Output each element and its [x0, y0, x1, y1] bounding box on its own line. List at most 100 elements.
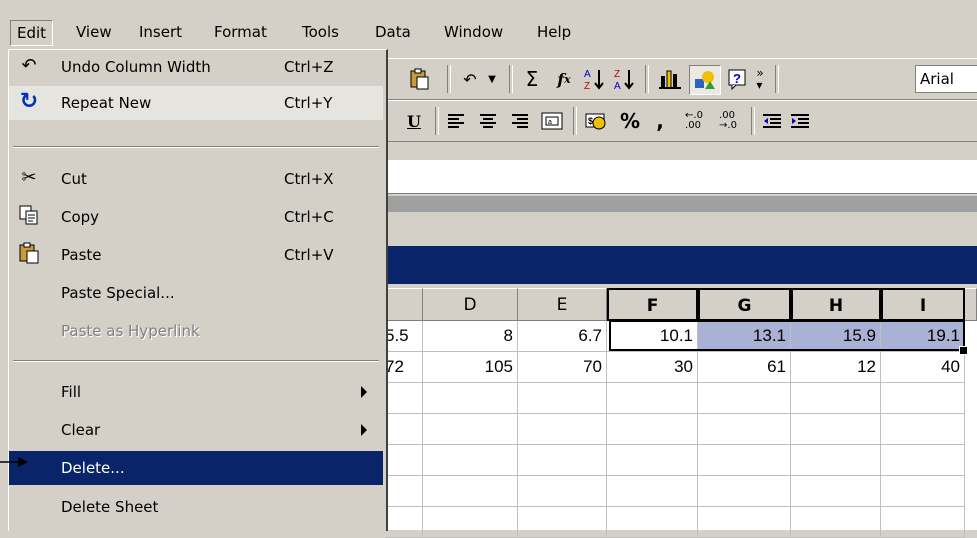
cell-empty[interactable]: [791, 414, 881, 445]
cell-empty[interactable]: [607, 507, 698, 538]
cell-empty[interactable]: [881, 476, 965, 507]
cell-d1[interactable]: 8: [423, 321, 518, 352]
cell-f2[interactable]: 30: [607, 352, 698, 383]
cell-empty[interactable]: [385, 445, 423, 476]
cell-empty[interactable]: [698, 445, 791, 476]
menu-item-delete[interactable]: Delete...: [9, 451, 383, 485]
overflow-icon[interactable]: » ▾: [753, 65, 767, 93]
function-icon[interactable]: fx: [551, 65, 577, 93]
cell-empty[interactable]: [423, 507, 518, 538]
cell-c1[interactable]: 5.5: [385, 321, 423, 352]
decrease-indent-icon[interactable]: [759, 107, 785, 135]
menu-window[interactable]: Window: [438, 20, 509, 44]
formatting-toolbar: U a $ % , ←.0.00 .00 →.0: [385, 100, 977, 142]
column-header-i[interactable]: I: [881, 288, 965, 321]
cell-empty[interactable]: [385, 476, 423, 507]
column-header-j[interactable]: [965, 288, 977, 321]
cell-empty[interactable]: [385, 414, 423, 445]
cell-empty[interactable]: [518, 414, 607, 445]
help-icon[interactable]: ?: [725, 65, 751, 93]
sort-ascending-icon[interactable]: AZ: [581, 65, 607, 93]
cell-e1[interactable]: 6.7: [518, 321, 607, 352]
menu-help[interactable]: Help: [531, 20, 577, 44]
cell-e2[interactable]: 70: [518, 352, 607, 383]
column-header-d[interactable]: D: [423, 288, 518, 321]
paste-icon[interactable]: [405, 65, 433, 93]
cell-empty[interactable]: [881, 383, 965, 414]
cell-empty[interactable]: [607, 414, 698, 445]
menu-item-label: Paste Special...: [61, 284, 175, 302]
fill-handle[interactable]: [959, 346, 968, 355]
cell-c2[interactable]: 72: [385, 352, 423, 383]
cell-empty[interactable]: [518, 445, 607, 476]
cell-empty[interactable]: [791, 507, 881, 538]
menu-view[interactable]: View: [70, 20, 118, 44]
menu-item-clear[interactable]: Clear: [9, 413, 383, 447]
font-name-box[interactable]: Arial: [915, 65, 977, 93]
cell-empty[interactable]: [791, 445, 881, 476]
cell-g2[interactable]: 61: [698, 352, 791, 383]
currency-icon[interactable]: $: [583, 107, 609, 135]
cell-i2[interactable]: 40: [881, 352, 965, 383]
cell-empty[interactable]: [385, 383, 423, 414]
cell-empty[interactable]: [607, 383, 698, 414]
menu-tools[interactable]: Tools: [296, 20, 345, 44]
cell-empty[interactable]: [698, 414, 791, 445]
cell-empty[interactable]: [881, 414, 965, 445]
menu-item-fill[interactable]: Fill: [9, 375, 383, 409]
align-right-icon[interactable]: [507, 107, 533, 135]
undo-icon[interactable]: ↶: [457, 65, 483, 93]
cell-empty[interactable]: [698, 476, 791, 507]
cell-empty[interactable]: [698, 383, 791, 414]
merge-center-icon[interactable]: a: [539, 107, 565, 135]
percent-icon[interactable]: %: [617, 107, 643, 135]
column-header-h[interactable]: H: [791, 288, 881, 321]
cell-empty[interactable]: [607, 476, 698, 507]
cell-empty[interactable]: [518, 476, 607, 507]
cell-empty[interactable]: [791, 476, 881, 507]
increase-decimal-icon[interactable]: ←.0.00: [679, 107, 709, 135]
menu-item-shortcut: Ctrl+X: [284, 170, 334, 188]
cell-empty[interactable]: [423, 414, 518, 445]
formula-bar[interactable]: [385, 160, 977, 194]
decrease-decimal-icon[interactable]: .00 →.0: [713, 107, 743, 135]
cell-empty[interactable]: [881, 445, 965, 476]
menu-item-undo[interactable]: ↶ Undo Column Width Ctrl+Z: [9, 50, 383, 84]
cell-empty[interactable]: [518, 507, 607, 538]
cell-h2[interactable]: 12: [791, 352, 881, 383]
underline-icon[interactable]: U: [401, 107, 427, 135]
chart-wizard-icon[interactable]: [655, 65, 685, 93]
column-header-g[interactable]: G: [698, 288, 791, 321]
menu-edit[interactable]: Edit: [10, 20, 54, 46]
cell-empty[interactable]: [423, 445, 518, 476]
comma-icon[interactable]: ,: [649, 107, 671, 135]
menu-insert[interactable]: Insert: [133, 20, 188, 44]
menu-item-delete-sheet[interactable]: Delete Sheet: [9, 490, 383, 524]
cell-empty[interactable]: [791, 383, 881, 414]
undo-dropdown-icon[interactable]: ▼: [485, 65, 499, 93]
menu-item-cut[interactable]: ✂ Cut Ctrl+X: [9, 162, 383, 196]
column-header-f[interactable]: F: [607, 288, 698, 321]
align-center-icon[interactable]: [475, 107, 501, 135]
cell-empty[interactable]: [698, 507, 791, 538]
menu-item-copy[interactable]: Copy Ctrl+C: [9, 200, 383, 234]
column-header-c[interactable]: [385, 288, 423, 321]
menu-item-paste[interactable]: Paste Ctrl+V: [9, 238, 383, 272]
menu-data[interactable]: Data: [369, 20, 417, 44]
menu-item-paste-special[interactable]: Paste Special...: [9, 276, 383, 310]
cell-empty[interactable]: [518, 383, 607, 414]
sort-descending-icon[interactable]: ZA: [611, 65, 637, 93]
menu-format[interactable]: Format: [208, 20, 273, 44]
cell-empty[interactable]: [385, 507, 423, 538]
cell-empty[interactable]: [423, 383, 518, 414]
autosum-icon[interactable]: Σ: [519, 65, 545, 93]
cell-empty[interactable]: [881, 507, 965, 538]
cell-empty[interactable]: [607, 445, 698, 476]
drawing-icon[interactable]: [689, 65, 721, 95]
increase-indent-icon[interactable]: [787, 107, 813, 135]
column-header-e[interactable]: E: [518, 288, 607, 321]
cell-empty[interactable]: [423, 476, 518, 507]
cell-d2[interactable]: 105: [423, 352, 518, 383]
menu-item-repeat[interactable]: ↻ Repeat New Ctrl+Y: [9, 86, 383, 120]
align-left-icon[interactable]: [443, 107, 469, 135]
